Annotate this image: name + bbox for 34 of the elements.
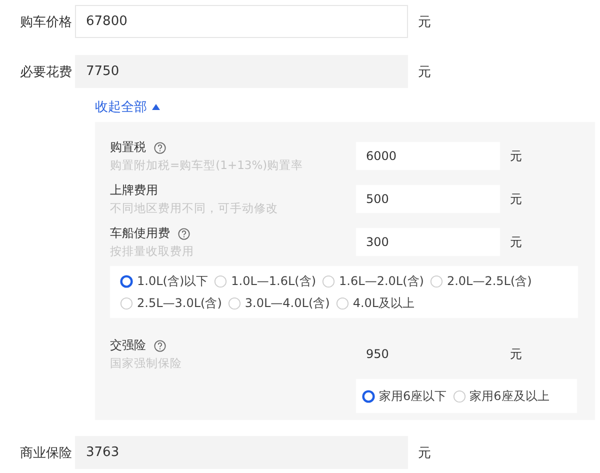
radio-option[interactable]: 家用6座及以上 bbox=[452, 387, 550, 405]
unit-label: 元 bbox=[418, 14, 431, 30]
item-label: 购置税 bbox=[110, 139, 146, 156]
radio-option[interactable]: 1.6L—2.0L(含) bbox=[322, 272, 424, 290]
radio-option[interactable]: 3.0L—4.0L(含) bbox=[228, 294, 330, 312]
item-label: 车船使用费 bbox=[110, 225, 170, 242]
field-label: 必要花费 bbox=[19, 64, 73, 80]
unit-label: 元 bbox=[510, 234, 522, 250]
input-field[interactable]: 67800 bbox=[75, 5, 408, 38]
item-label: 交强险 bbox=[110, 337, 146, 354]
help-icon[interactable] bbox=[178, 228, 190, 240]
input-field[interactable]: 300 bbox=[356, 228, 500, 256]
radio-option[interactable]: 1.0L(含)以下 bbox=[120, 272, 208, 290]
radio-option[interactable]: 家用6座以下 bbox=[362, 387, 447, 405]
radio-option[interactable]: 2.5L—3.0L(含) bbox=[120, 294, 222, 312]
input-field[interactable]: 7750 bbox=[75, 55, 408, 88]
collapse-link[interactable]: 收起全部 bbox=[95, 98, 160, 116]
help-icon[interactable] bbox=[154, 340, 166, 352]
unit-label: 元 bbox=[510, 190, 522, 208]
input-field[interactable]: 3763 bbox=[75, 436, 408, 469]
unit-label: 元 bbox=[418, 444, 431, 462]
unit-label: 元 bbox=[418, 64, 431, 80]
unit-label: 元 bbox=[510, 346, 522, 362]
help-icon[interactable] bbox=[154, 142, 166, 154]
radio-option[interactable]: 2.0L—2.5L(含) bbox=[430, 272, 532, 290]
field-label: 商业保险 bbox=[19, 444, 73, 462]
input-field[interactable]: 500 bbox=[356, 185, 500, 213]
item-label: 上牌费用 bbox=[110, 182, 158, 199]
unit-label: 元 bbox=[510, 148, 522, 164]
input-field[interactable]: 6000 bbox=[356, 142, 500, 170]
caret-icon bbox=[152, 104, 160, 110]
radio-option[interactable]: 1.0L—1.6L(含) bbox=[214, 272, 316, 290]
field-label: 购车价格 bbox=[19, 14, 73, 30]
radio-option[interactable]: 4.0L及以上 bbox=[336, 294, 415, 312]
